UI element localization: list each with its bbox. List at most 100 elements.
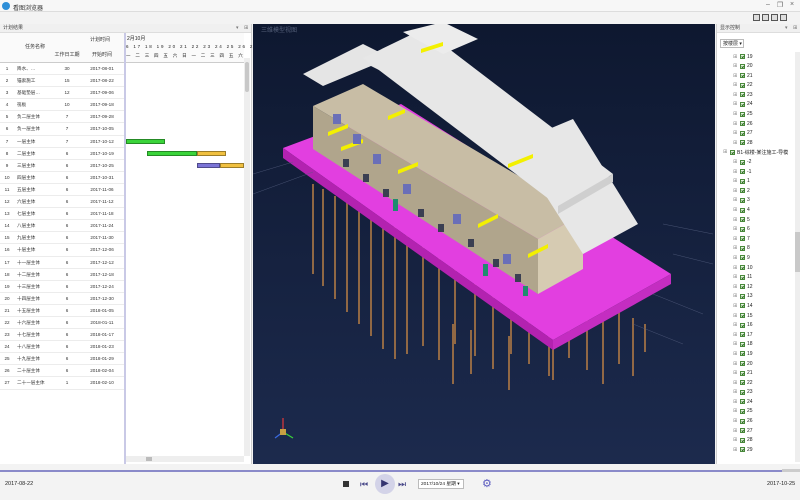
table-row[interactable]: 12 六层主体 6 2017-11-12 [0,196,124,209]
expand-icon[interactable]: ⊞ [733,265,737,271]
layer-checkbox[interactable] [740,197,745,203]
layer-item[interactable]: ⊞ 16 [717,321,795,331]
expand-icon[interactable]: ⊞ [733,178,737,184]
expand-icon[interactable]: ⊞ [733,130,737,136]
gantt-bar[interactable] [147,151,197,157]
layer-item[interactable]: ⊞ 21 [717,71,795,81]
layer-checkbox[interactable] [740,188,745,194]
table-row[interactable]: 18 十二层主体 6 2017-12-18 [0,269,124,281]
layer-checkbox[interactable] [740,140,745,146]
layer-checkbox[interactable] [730,149,735,155]
layer-checkbox[interactable] [740,428,745,434]
layer-item[interactable]: ⊞ 28 [717,436,795,446]
layer-checkbox[interactable] [740,82,745,88]
col-duration[interactable]: 工作日工期 [53,51,81,58]
layer-checkbox[interactable] [740,73,745,79]
table-row[interactable]: 11 五层主体 6 2017-11-06 [0,184,124,197]
layer-item[interactable]: ⊞ 22 [717,378,795,388]
layer-item[interactable]: ⊞ 23 [717,90,795,100]
layer-item[interactable]: ⊞ 27 [717,426,795,436]
gantt-bar[interactable] [126,139,165,145]
layer-checkbox[interactable] [740,169,745,175]
layer-item[interactable]: ⊞ 2 [717,186,795,196]
expand-icon[interactable]: ⊞ [733,188,737,194]
layer-item[interactable]: ⊞ 21 [717,369,795,379]
col-start[interactable]: 开始时间 [82,51,122,58]
expand-icon[interactable]: ⊞ [733,236,737,242]
expand-icon[interactable]: ⊞ [733,437,737,443]
layer-checkbox[interactable] [740,274,745,280]
expand-icon[interactable]: ⊞ [733,303,737,309]
expand-icon[interactable]: ⊞ [733,197,737,203]
layer-checkbox[interactable] [740,255,745,261]
table-row[interactable]: 8 二层主体 6 2017-10-19 [0,148,124,160]
expand-icon[interactable]: ⊞ [733,322,737,328]
table-row[interactable]: 21 十五层主体 6 2018-01-05 [0,305,124,317]
table-row[interactable]: 27 二十一层主体 1 2018-02-10 [0,377,124,390]
layer-checkbox[interactable] [740,236,745,242]
table-row[interactable]: 26 二十层主体 6 2018-02-04 [0,365,124,378]
layer-checkbox[interactable] [740,332,745,338]
vertical-scrollbar[interactable] [244,58,250,456]
layer-checkbox[interactable] [740,437,745,443]
layer-checkbox[interactable] [740,284,745,290]
layer-checkbox[interactable] [740,111,745,117]
gantt-bar[interactable] [196,163,221,169]
table-row[interactable]: 3 基础垫层… 12 2017-09-06 [0,87,124,100]
table-row[interactable]: 6 负一层主体 7 2017-10-05 [0,123,124,136]
table-row[interactable]: 17 十一层主体 6 2017-12-12 [0,257,124,269]
col-task-name[interactable]: 任务名称 [20,43,50,50]
table-row[interactable]: 23 十七层主体 6 2018-01-17 [0,329,124,342]
expand-icon[interactable]: ⊞ [733,399,737,405]
pin-icon[interactable]: ⊞ [793,24,797,33]
layer-item[interactable]: ⊞ 17 [717,330,795,340]
table-row[interactable]: 20 十四层主体 6 2017-12-30 [0,293,124,305]
expand-icon[interactable]: ⊞ [733,408,737,414]
restore-button[interactable]: ❐ [775,1,785,9]
view-icon-2[interactable] [762,14,769,21]
minimize-button[interactable]: – [763,1,773,8]
expand-icon[interactable]: ⊞ [733,121,737,127]
layer-checkbox[interactable] [740,265,745,271]
table-row[interactable]: 4 筏板 10 2017-09-18 [0,99,124,112]
layer-item[interactable]: ⊞ 20 [717,62,795,72]
expand-icon[interactable]: ⊞ [733,313,737,319]
table-row[interactable]: 2 锚索施工 15 2017-08-22 [0,75,124,88]
stop-button[interactable] [343,481,349,487]
layer-item[interactable]: ⊞ 15 [717,311,795,321]
layer-item[interactable]: ⊞ 14 [717,301,795,311]
table-row[interactable]: 19 十三层主体 6 2017-12-24 [0,281,124,293]
expand-icon[interactable]: ⊞ [733,159,737,165]
tree-scroll-thumb[interactable] [795,232,800,272]
layer-checkbox[interactable] [740,245,745,251]
layer-item[interactable]: ⊞ 25 [717,110,795,120]
expand-icon[interactable]: ⊞ [733,332,737,338]
dropdown-icon[interactable]: ▾ [236,24,239,33]
layer-checkbox[interactable] [740,217,745,223]
expand-icon[interactable]: ⊞ [733,361,737,367]
layer-checkbox[interactable] [740,351,745,357]
layer-checkbox[interactable] [740,389,745,395]
expand-icon[interactable]: ⊞ [723,149,727,155]
expand-icon[interactable]: ⊞ [733,54,737,60]
layer-item[interactable]: ⊞ 3 [717,196,795,206]
layer-item[interactable]: ⊞ 24 [717,100,795,110]
horizontal-scrollbar[interactable] [126,456,244,462]
layer-item[interactable]: ⊞ 20 [717,359,795,369]
layer-checkbox[interactable] [740,54,745,59]
layer-checkbox[interactable] [740,447,745,453]
expand-icon[interactable]: ⊞ [733,101,737,107]
gantt-bar[interactable] [196,151,227,157]
layer-checkbox[interactable] [740,159,745,165]
table-row[interactable]: 13 七层主体 6 2017-11-18 [0,208,124,221]
layer-item[interactable]: ⊞ 12 [717,282,795,292]
layer-item[interactable]: ⊞ 5 [717,215,795,225]
expand-icon[interactable]: ⊞ [733,63,737,69]
table-row[interactable]: 22 十六层主体 6 2018-01-11 [0,317,124,330]
layer-item[interactable]: ⊞ 24 [717,397,795,407]
layer-checkbox[interactable] [740,418,745,424]
layer-checkbox[interactable] [740,399,745,405]
view-icon-3[interactable] [771,14,778,21]
layer-checkbox[interactable] [740,408,745,414]
view-icon-4[interactable] [780,14,787,21]
